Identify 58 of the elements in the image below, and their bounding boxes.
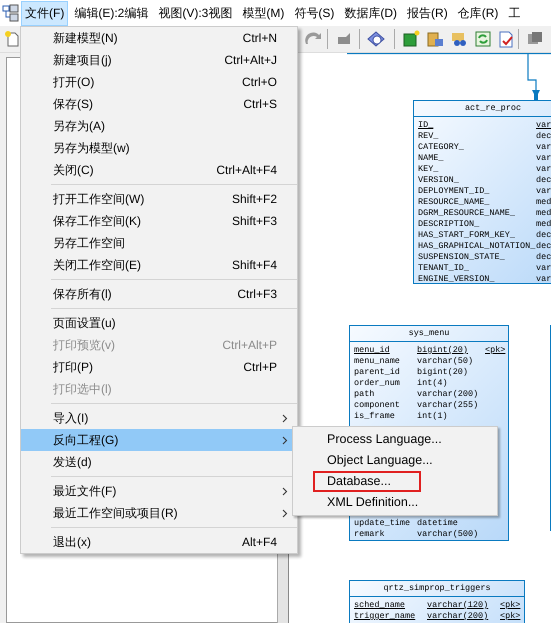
column-name: VERSION_ bbox=[418, 175, 460, 186]
column-type: varchar(50) bbox=[417, 356, 474, 367]
column-type: var bbox=[536, 164, 551, 175]
column-type: var bbox=[536, 263, 551, 274]
column-type: int(1) bbox=[417, 411, 449, 422]
column-type: var bbox=[536, 120, 551, 131]
column-type: varchar(120) bbox=[427, 600, 490, 611]
key-marker: <pk> bbox=[485, 345, 506, 356]
column-name: DESCRIPTION_ bbox=[418, 219, 480, 230]
column-name: KEY_ bbox=[418, 164, 440, 175]
column-name: TENANT_ID_ bbox=[418, 263, 470, 274]
column-type: med bbox=[536, 208, 551, 219]
column-name: update_time bbox=[354, 518, 412, 529]
column-name: parent_id bbox=[354, 367, 401, 378]
column-name: menu_name bbox=[354, 356, 401, 367]
column-type: bigint(20) bbox=[417, 345, 470, 356]
column-name: order_num bbox=[354, 378, 401, 389]
column-name: NAME_ bbox=[418, 153, 445, 164]
column-type: dec bbox=[536, 131, 551, 142]
column-name: RESOURCE_NAME_ bbox=[418, 197, 490, 208]
entity-title: act_re_proc bbox=[414, 101, 551, 117]
column-type: var bbox=[536, 274, 551, 283]
column-name: REV_ bbox=[418, 131, 440, 142]
key-marker: <pk> bbox=[500, 611, 520, 622]
column-type: dec bbox=[536, 175, 551, 186]
entity-title: qrtz_simprop_triggers bbox=[350, 581, 524, 597]
entity-title: sys_menu bbox=[350, 326, 508, 342]
column-type: varchar(500) bbox=[417, 529, 480, 540]
column-type: med bbox=[536, 197, 551, 208]
column-type: int(4) bbox=[417, 378, 449, 389]
column-type: dec bbox=[536, 230, 551, 241]
column-name: ENGINE_VERSION_ bbox=[418, 274, 496, 283]
column-name: DGRM_RESOURCE_NAME_ bbox=[418, 208, 516, 219]
column-type: bigint(20) bbox=[417, 367, 470, 378]
column-name: ID_ bbox=[418, 120, 434, 131]
key-marker: <pk> bbox=[500, 600, 520, 611]
column-type: dec bbox=[536, 252, 551, 263]
column-name: SUSPENSION_STATE_ bbox=[418, 252, 506, 263]
column-type: med bbox=[536, 219, 551, 230]
column-name: CATEGORY_ bbox=[418, 142, 465, 153]
column-name: DEPLOYMENT_ID_ bbox=[418, 186, 490, 197]
column-type: varchar(200) bbox=[427, 611, 490, 622]
column-name: HAS_GRAPHICAL_NOTATION_ bbox=[418, 241, 536, 252]
column-type: datetime bbox=[417, 518, 459, 529]
column-type: var bbox=[536, 153, 551, 164]
column-name: is_frame bbox=[354, 411, 396, 422]
column-type: dec bbox=[536, 241, 551, 252]
column-name: trigger_name bbox=[354, 611, 416, 622]
column-name: sched_name bbox=[354, 600, 406, 611]
column-name: remark bbox=[354, 529, 386, 540]
column-type: varchar(255) bbox=[417, 400, 480, 411]
column-name: path bbox=[354, 389, 376, 400]
column-name: component bbox=[354, 400, 401, 411]
column-type: var bbox=[536, 186, 551, 197]
column-type: var bbox=[536, 142, 551, 153]
column-name: menu_id bbox=[354, 345, 391, 356]
column-name: HAS_START_FORM_KEY_ bbox=[418, 230, 516, 241]
column-type: varchar(200) bbox=[417, 389, 480, 400]
